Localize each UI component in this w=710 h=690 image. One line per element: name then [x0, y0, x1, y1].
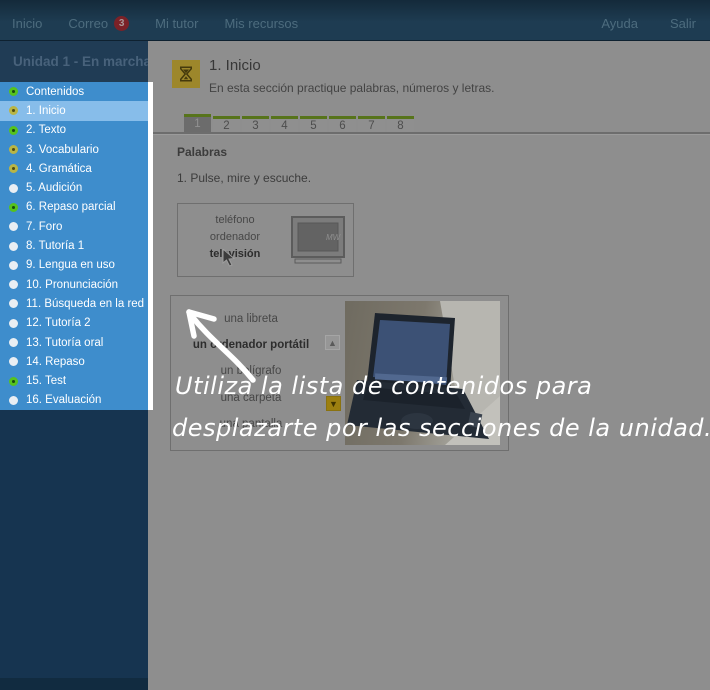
sidebar-item-label: 10. Pronunciación [26, 279, 118, 291]
sidebar-item-13-tutor-a-oral[interactable]: 13. Tutoría oral [0, 333, 148, 352]
sidebar-item-label: 11. Búsqueda en la red [26, 298, 144, 310]
top-nav: Inicio Correo 3 Mi tutor Mis recursos Ayuda S… [0, 0, 710, 41]
sidebar-item-label: 7. Foro [26, 221, 62, 233]
progress-bullet-icon [9, 87, 18, 96]
section-subtitle: En esta sección practique palabras, núme… [209, 81, 494, 95]
sidebar-item-label: 14. Repaso [26, 356, 85, 368]
progress-bullet-icon [9, 126, 18, 135]
sidebar-item-label: 3. Vocabulario [26, 144, 99, 156]
sidebar-footer [0, 678, 148, 690]
progress-bullet-icon [9, 164, 18, 173]
sidebar-item-label: 16. Evaluación [26, 394, 101, 406]
sidebar: Unidad 1 - En marcha Contenidos 1. Inicio… [0, 41, 148, 690]
unit-title: Unidad 1 - En marcha [0, 41, 148, 82]
sidebar-item-label: Contenidos [26, 86, 84, 98]
progress-bullet-icon [9, 299, 18, 308]
progress-bullet-icon [9, 203, 18, 212]
nav-item-correo[interactable]: Correo 3 [68, 16, 129, 31]
sidebar-item-8-tutor-a-1[interactable]: 8. Tutoría 1 [0, 236, 148, 255]
sidebar-item-7-foro[interactable]: 7. Foro [0, 217, 148, 236]
sidebar-item-label: 5. Audición [26, 182, 82, 194]
sidebar-item-label: 2. Texto [26, 124, 66, 136]
sidebar-item-10-pronunciaci-n[interactable]: 10. Pronunciación [0, 275, 148, 294]
sidebar-item-contenidos[interactable]: Contenidos [0, 82, 148, 101]
tutorial-tip-line1: Utiliza la lista de contenidos para [175, 372, 592, 400]
mail-count-badge: 3 [114, 16, 129, 31]
sidebar-item-16-evaluaci-n[interactable]: 16. Evaluación [0, 391, 148, 410]
sidebar-item-label: 4. Gramática [26, 163, 92, 175]
contents-list: Contenidos 1. Inicio 2. Texto 3. Vocabulari… [0, 82, 153, 410]
cursor-icon [222, 249, 236, 268]
nav-item-label: Salir [670, 16, 696, 31]
nav-item-inicio[interactable]: Inicio [12, 16, 42, 31]
sidebar-item-label: 1. Inicio [26, 105, 66, 117]
sidebar-item-4-gram-tica[interactable]: 4. Gramática [0, 159, 148, 178]
progress-bullet-icon [9, 319, 18, 328]
word-item-una-libreta[interactable]: una libreta [175, 306, 327, 332]
nav-item-label: Mis recursos [224, 16, 298, 31]
progress-bullet-icon [9, 184, 18, 193]
tutorial-tip-line2: desplazarte por las secciones de la unid… [172, 414, 710, 442]
nav-item-label: Inicio [12, 16, 42, 31]
nav-left: Inicio Correo 3 Mi tutor Mis recursos [12, 16, 298, 31]
progress-bullet-icon [9, 377, 18, 386]
nav-item-label: Mi tutor [155, 16, 198, 31]
progress-bullet-icon [9, 145, 18, 154]
nav-item-label: Ayuda [601, 16, 638, 31]
tv-illustration: MW [290, 215, 348, 267]
word-item-un-ordenador-port-til[interactable]: un ordenador portátil [175, 332, 327, 358]
sidebar-item-14-repaso[interactable]: 14. Repaso [0, 352, 148, 371]
sidebar-item-5-audici-n[interactable]: 5. Audición [0, 178, 148, 197]
sidebar-item-2-texto[interactable]: 2. Texto [0, 121, 148, 140]
sidebar-item-15-test[interactable]: 15. Test [0, 371, 148, 390]
pager: 12345678 [184, 114, 414, 134]
progress-bullet-icon [9, 357, 18, 366]
instruction-text: 1. Pulse, mire y escuche. [177, 171, 311, 185]
sidebar-item-12-tutor-a-2[interactable]: 12. Tutoría 2 [0, 314, 148, 333]
progress-bullet-icon [9, 222, 18, 231]
progress-bullet-icon [9, 242, 18, 251]
progress-bullet-icon [9, 396, 18, 405]
divider [153, 132, 710, 135]
nav-item-ayuda[interactable]: Ayuda [601, 16, 638, 31]
nav-right: Ayuda Salir [601, 16, 696, 31]
progress-bullet-icon [9, 106, 18, 115]
progress-bullet-icon [9, 280, 18, 289]
sidebar-item-1-inicio[interactable]: 1. Inicio [0, 101, 148, 120]
scroll-up-button[interactable]: ▲ [325, 335, 340, 350]
word-item-ordenador[interactable]: ordenador [180, 229, 290, 246]
exercise-words-box: teléfonoordenadortelevisión MW [177, 203, 354, 277]
screen: Inicio Correo 3 Mi tutor Mis recursos Ayuda S… [0, 0, 710, 690]
sidebar-item-label: 9. Lengua en uso [26, 259, 115, 271]
sidebar-item-label: 6. Repaso parcial [26, 201, 116, 213]
sidebar-item-3-vocabulario[interactable]: 3. Vocabulario [0, 140, 148, 159]
sidebar-item-11-b-squeda-en-la-red[interactable]: 11. Búsqueda en la red [0, 294, 148, 313]
section-title: 1. Inicio [209, 57, 261, 74]
pager-tab-1[interactable]: 1 [184, 114, 211, 134]
progress-bullet-icon [9, 261, 18, 270]
nav-item-mis-recursos[interactable]: Mis recursos [224, 16, 298, 31]
content: 1. Inicio En esta sección practique pala… [153, 41, 710, 690]
sidebar-item-label: 12. Tutoría 2 [26, 317, 91, 329]
svg-text:MW: MW [326, 233, 342, 242]
word-item-tel-fono[interactable]: teléfono [180, 212, 290, 229]
sidebar-item-label: 15. Test [26, 375, 66, 387]
nav-item-mi-tutor[interactable]: Mi tutor [155, 16, 198, 31]
sidebar-item-label: 8. Tutoría 1 [26, 240, 84, 252]
nav-item-label: Correo [68, 16, 108, 31]
sidebar-item-label: 13. Tutoría oral [26, 337, 103, 349]
hourglass-icon [172, 60, 200, 88]
sidebar-item-9-lengua-en-uso[interactable]: 9. Lengua en uso [0, 256, 148, 275]
progress-bullet-icon [9, 338, 18, 347]
category-label: Palabras [177, 145, 227, 159]
nav-item-salir[interactable]: Salir [670, 16, 696, 31]
sidebar-item-6-repaso-parcial[interactable]: 6. Repaso parcial [0, 198, 148, 217]
